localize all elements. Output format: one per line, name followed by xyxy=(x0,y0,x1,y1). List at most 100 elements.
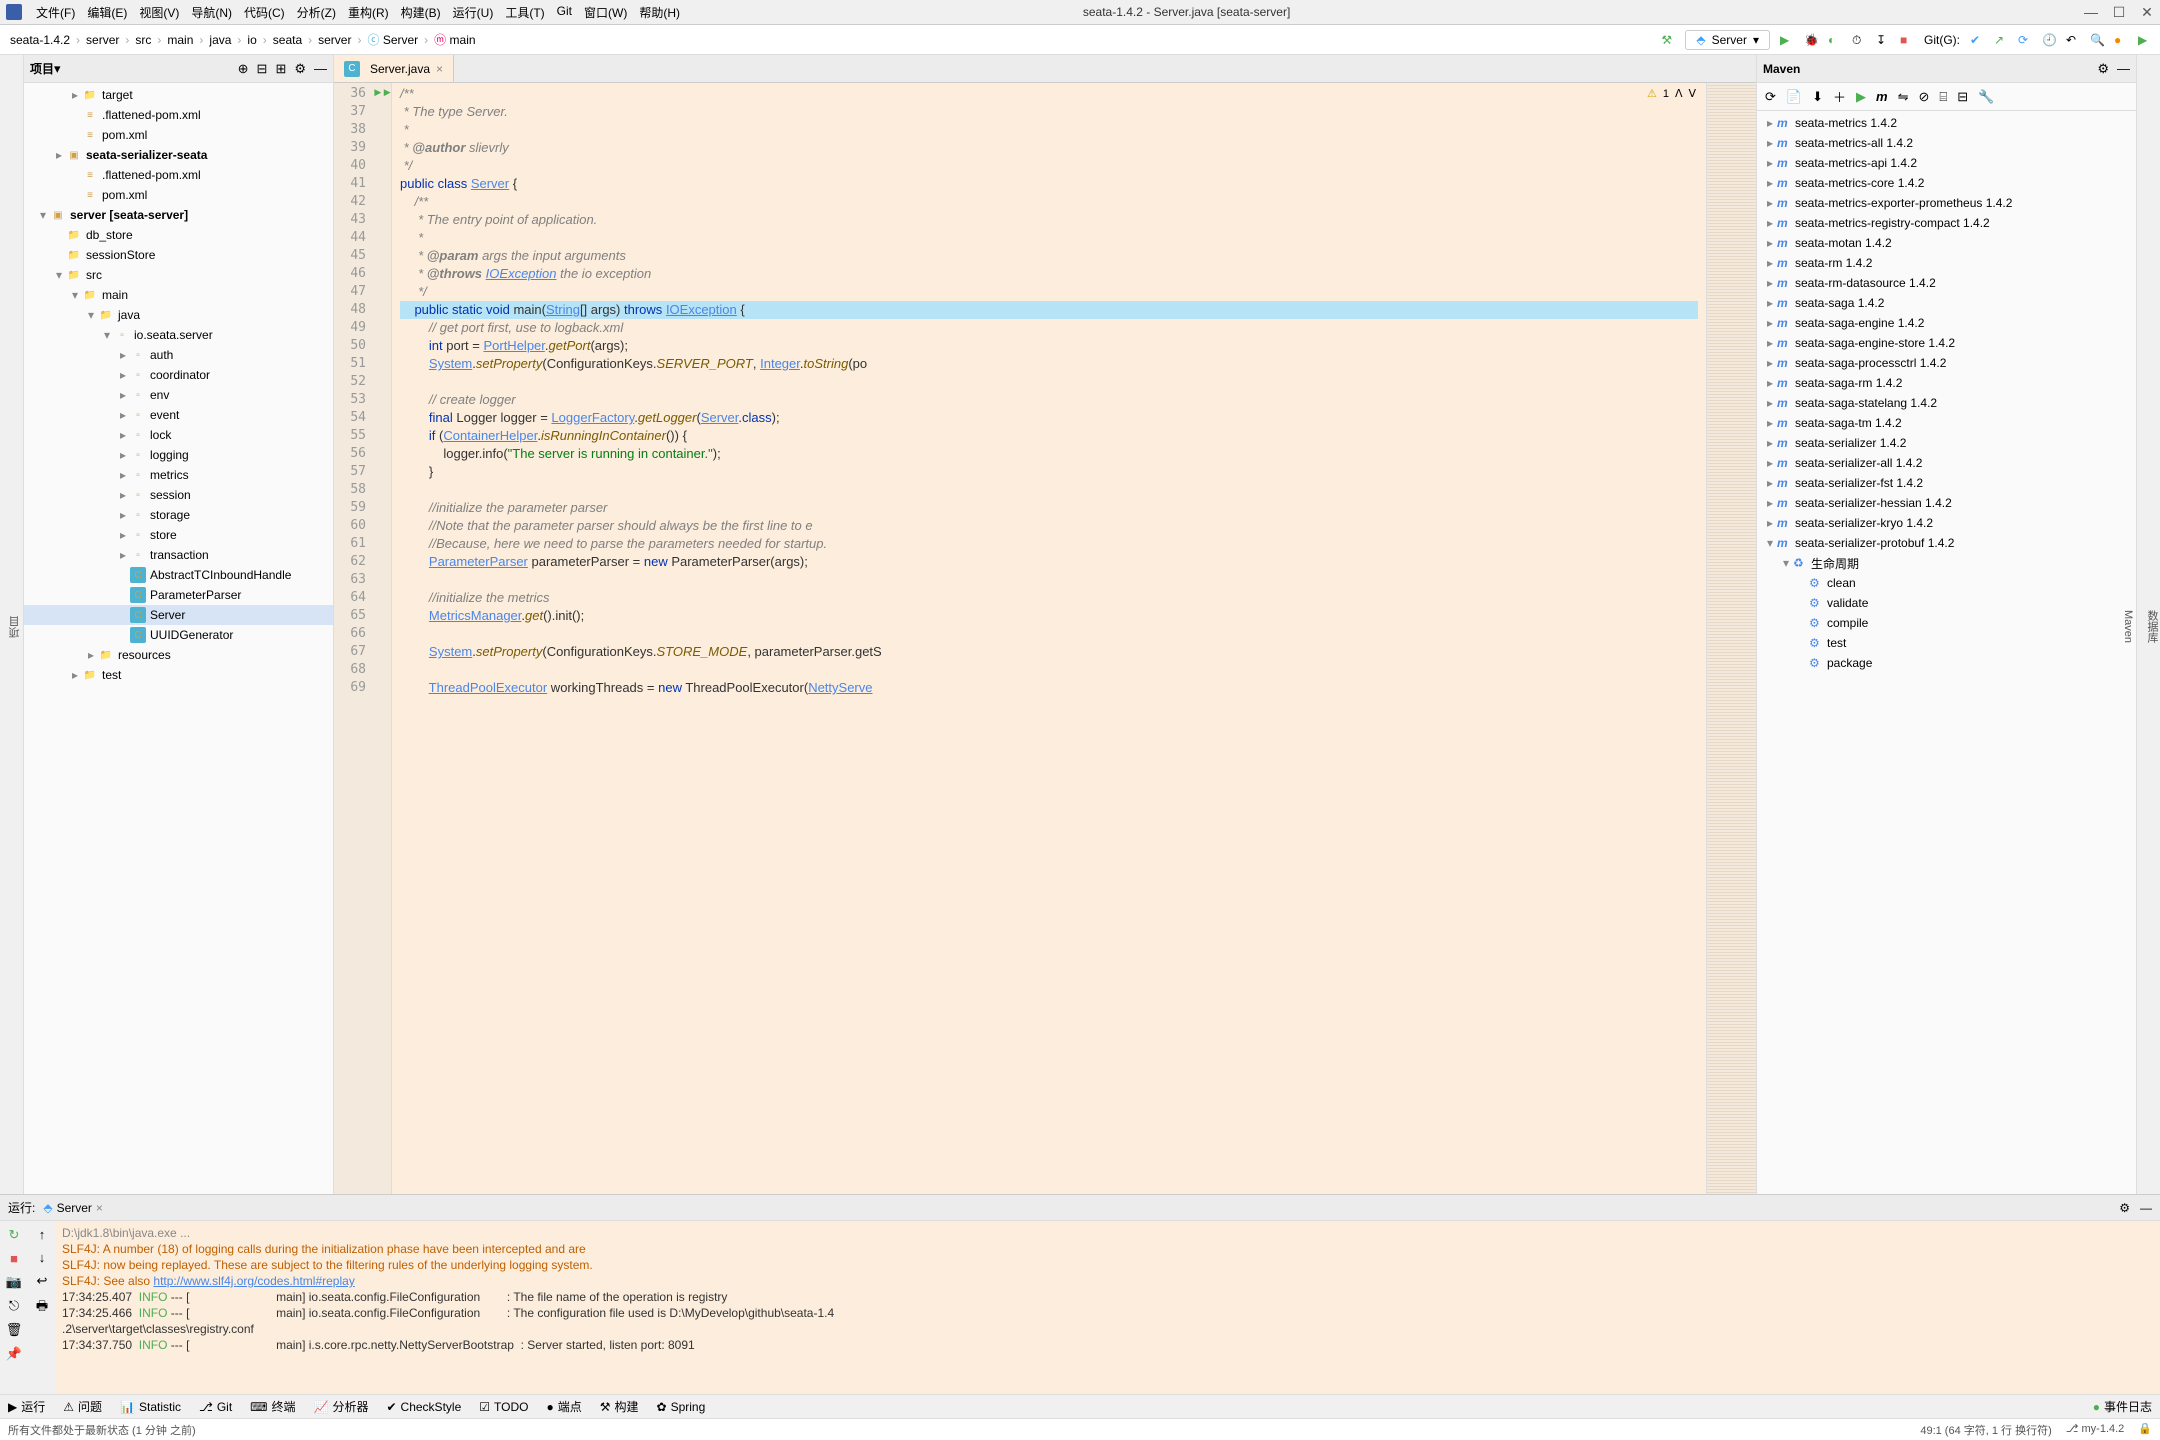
tree-row[interactable]: CUUIDGenerator xyxy=(24,625,333,645)
maven-row[interactable]: ⚙validate xyxy=(1757,593,2136,613)
close-tab-icon[interactable]: × xyxy=(436,62,443,76)
code-area[interactable]: /** * The type Server. * * @author sliev… xyxy=(392,83,1706,1194)
gutter-database-tab[interactable]: 数据库 xyxy=(2144,606,2160,647)
tree-row[interactable]: ▸▫coordinator xyxy=(24,365,333,385)
history-icon[interactable]: 🕘 xyxy=(2042,33,2056,47)
gutter-maven-tab[interactable]: Maven xyxy=(2122,606,2134,647)
pin-icon[interactable]: 📌 xyxy=(6,1346,22,1362)
tree-row[interactable]: ▸📁test xyxy=(24,665,333,685)
tree-row[interactable]: ≡.flattened-pom.xml xyxy=(24,105,333,125)
menu-item[interactable]: 视图(V) xyxy=(133,4,185,21)
menu-item[interactable]: 帮助(H) xyxy=(633,4,686,21)
bottom-tab[interactable]: ▶运行 xyxy=(8,1398,45,1415)
maven-download-icon[interactable]: ⬇ xyxy=(1812,89,1823,105)
settings-icon[interactable]: ⚙ xyxy=(294,61,306,77)
menu-item[interactable]: 编辑(E) xyxy=(81,4,133,21)
bottom-tab[interactable]: ⌨终端 xyxy=(250,1398,295,1415)
inspection-widget[interactable]: ⚠1 ᐱᐯ xyxy=(1647,87,1696,100)
tree-row[interactable]: ▸📁resources xyxy=(24,645,333,665)
maven-row[interactable]: ▸mseata-saga-processctrl 1.4.2 xyxy=(1757,353,2136,373)
maven-row[interactable]: ⚙clean xyxy=(1757,573,2136,593)
maven-reload-icon[interactable]: ⟳ xyxy=(1765,89,1776,105)
tree-row[interactable]: ▾📁src xyxy=(24,265,333,285)
maven-settings-icon[interactable]: ⚙ xyxy=(2097,61,2109,77)
run-hide-icon[interactable]: — xyxy=(2140,1201,2152,1215)
editor-tabs[interactable]: C Server.java × xyxy=(334,55,1756,83)
tree-row[interactable]: CServer xyxy=(24,605,333,625)
maven-generate-icon[interactable]: 📄 xyxy=(1786,89,1802,105)
stop-run-icon[interactable]: ■ xyxy=(10,1251,18,1266)
tree-row[interactable]: ▸▫transaction xyxy=(24,545,333,565)
menu-item[interactable]: 运行(U) xyxy=(447,4,500,21)
jrebel-icon[interactable]: ▶ xyxy=(2138,33,2152,47)
maven-row[interactable]: ▸mseata-metrics-registry-compact 1.4.2 xyxy=(1757,213,2136,233)
bottom-tab[interactable]: ⚒构建 xyxy=(600,1398,639,1415)
tree-row[interactable]: 📁db_store xyxy=(24,225,333,245)
git-push-icon[interactable]: ↗ xyxy=(1994,33,2008,47)
maven-hide-icon[interactable]: — xyxy=(2117,61,2130,77)
maven-row[interactable]: ▸mseata-serializer 1.4.2 xyxy=(1757,433,2136,453)
crumb[interactable]: seata xyxy=(271,33,304,47)
print-icon[interactable]: 🖶 xyxy=(36,1297,48,1319)
camera-icon[interactable]: 📷 xyxy=(6,1274,22,1290)
tree-row[interactable]: ▾▫io.seata.server xyxy=(24,325,333,345)
trash-icon[interactable]: 🗑 xyxy=(6,1322,23,1338)
revert-icon[interactable]: ↶ xyxy=(2066,33,2080,47)
tree-row[interactable]: ▾▣server [seata-server] xyxy=(24,205,333,225)
maven-row[interactable]: ⚙test xyxy=(1757,633,2136,653)
maven-row[interactable]: ▾♻生命周期 xyxy=(1757,553,2136,573)
expand-icon[interactable]: ⊟ xyxy=(257,61,268,77)
tree-row[interactable]: ≡pom.xml xyxy=(24,185,333,205)
minimap[interactable] xyxy=(1706,83,1756,1194)
maven-tree[interactable]: ▸mseata-metrics 1.4.2▸mseata-metrics-all… xyxy=(1757,111,2136,1194)
maven-skip-tests-icon[interactable]: ⊘ xyxy=(1918,89,1929,105)
maven-add-icon[interactable]: ＋ xyxy=(1833,87,1846,106)
debug-icon[interactable]: 🐞 xyxy=(1804,33,1818,47)
tree-row[interactable]: ▸▫storage xyxy=(24,505,333,525)
coverage-icon[interactable]: ◐ xyxy=(1828,33,1842,47)
crumb[interactable]: src xyxy=(133,33,153,47)
maven-row[interactable]: ▸mseata-saga-tm 1.4.2 xyxy=(1757,413,2136,433)
crumb[interactable]: ⓒ Server xyxy=(365,31,420,48)
run-icon[interactable]: ▶ xyxy=(1780,33,1794,47)
bottom-tab[interactable]: 📈分析器 xyxy=(314,1398,369,1415)
maven-row[interactable]: ▸mseata-serializer-kryo 1.4.2 xyxy=(1757,513,2136,533)
crumb[interactable]: main xyxy=(165,33,195,47)
hide-icon[interactable]: — xyxy=(314,61,327,77)
maven-m-icon[interactable]: m xyxy=(1876,89,1888,104)
attach-icon[interactable]: ↧ xyxy=(1876,33,1890,47)
tree-row[interactable]: ▸▫session xyxy=(24,485,333,505)
run-config-selector[interactable]: ⬘ Server ▾ xyxy=(1685,30,1770,50)
rerun-icon[interactable]: ↻ xyxy=(9,1227,20,1243)
maven-row[interactable]: ⚙compile xyxy=(1757,613,2136,633)
maven-row[interactable]: ▸mseata-motan 1.4.2 xyxy=(1757,233,2136,253)
wrap-icon[interactable]: ↩ xyxy=(37,1273,48,1289)
gutter-project-tab[interactable]: 项目 xyxy=(7,612,23,642)
close-button[interactable]: ✕ xyxy=(2140,5,2154,19)
menu-item[interactable]: 文件(F) xyxy=(30,4,81,21)
maven-row[interactable]: ▸mseata-saga-rm 1.4.2 xyxy=(1757,373,2136,393)
build-icon[interactable]: ⚒ xyxy=(1661,33,1675,47)
project-tree[interactable]: ▸📁target≡.flattened-pom.xml≡pom.xml▸▣sea… xyxy=(24,83,333,1194)
tree-row[interactable]: ▸▫logging xyxy=(24,445,333,465)
maven-wrench-icon[interactable]: 🔧 xyxy=(1978,89,1994,105)
maven-row[interactable]: ▸mseata-rm 1.4.2 xyxy=(1757,253,2136,273)
tree-row[interactable]: ▸▫auth xyxy=(24,345,333,365)
maven-row[interactable]: ▸mseata-saga-engine-store 1.4.2 xyxy=(1757,333,2136,353)
menu-item[interactable]: 构建(B) xyxy=(395,4,447,21)
run-settings-icon[interactable]: ⚙ xyxy=(2119,1201,2130,1215)
locate-icon[interactable]: ⊕ xyxy=(238,61,249,77)
minimize-button[interactable]: — xyxy=(2084,5,2098,19)
maven-row[interactable]: ▸mseata-metrics-core 1.4.2 xyxy=(1757,173,2136,193)
git-update-icon[interactable]: ⟳ xyxy=(2018,33,2032,47)
tree-row[interactable]: ≡.flattened-pom.xml xyxy=(24,165,333,185)
bottom-tab[interactable]: ⚠问题 xyxy=(63,1398,102,1415)
maven-row[interactable]: ▸mseata-rm-datasource 1.4.2 xyxy=(1757,273,2136,293)
exit-icon[interactable]: ⎋ xyxy=(9,1298,19,1314)
maven-row[interactable]: ▸mseata-metrics-exporter-prometheus 1.4.… xyxy=(1757,193,2136,213)
tree-row[interactable]: ▾📁main xyxy=(24,285,333,305)
menu-item[interactable]: 工具(T) xyxy=(499,4,550,21)
tree-row[interactable]: ▾📁java xyxy=(24,305,333,325)
maven-row[interactable]: ▸mseata-serializer-hessian 1.4.2 xyxy=(1757,493,2136,513)
maven-row[interactable]: ⚙package xyxy=(1757,653,2136,673)
